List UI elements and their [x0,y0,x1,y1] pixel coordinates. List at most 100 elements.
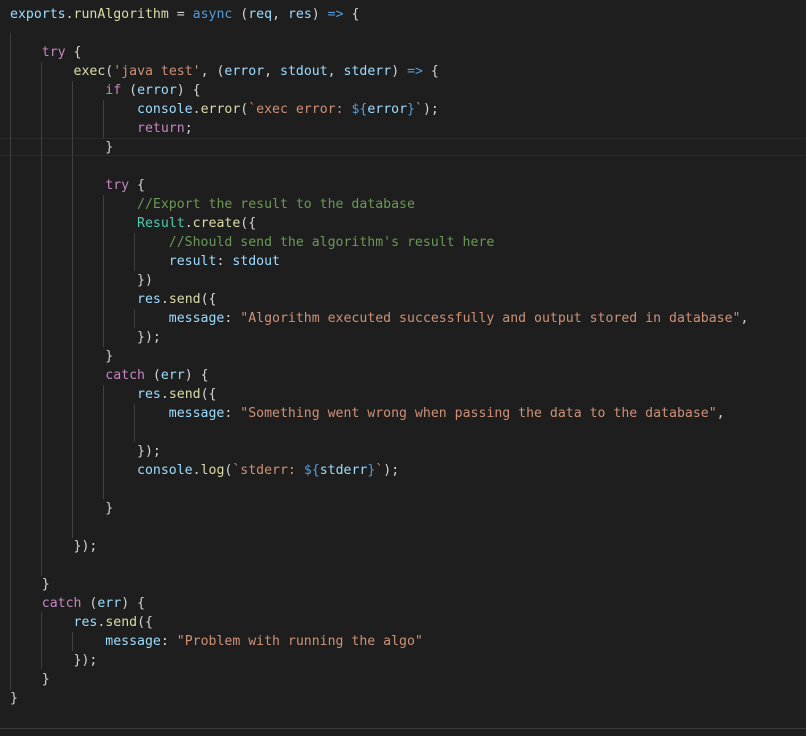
code-token: ({ [240,216,257,231]
code-line[interactable]: exports.runAlgorithm = async (req, res) … [10,5,359,24]
code-line[interactable]: catch (err) { [10,594,145,613]
code-token: }); [10,539,98,554]
code-line[interactable]: Result.create({ [10,214,256,233]
code-token: { [129,178,145,193]
code-line[interactable]: exec('java test', (error, stdout, stderr… [10,62,439,81]
code-token: `stderr: [232,463,304,478]
code-line[interactable]: try { [10,176,145,195]
code-token: try [41,45,66,60]
code-line[interactable]: } [10,499,113,518]
code-line[interactable]: message: "Problem with running the algo" [10,632,423,651]
code-line[interactable]: }); [10,537,98,556]
code-token: error [200,102,241,117]
code-token: }); [10,444,161,459]
code-line[interactable]: res.send({ [10,385,216,404]
code-token: => [407,64,423,79]
code-token: ( [81,596,98,611]
code-line[interactable]: } [10,347,113,366]
code-token: , [716,406,725,421]
code-token: ${ [303,463,320,478]
code-token: stderr [319,463,368,478]
code-token: ) { [176,83,201,98]
code-token: . [184,216,193,231]
code-line[interactable]: }); [10,328,161,347]
code-token: error [224,64,265,79]
code-line[interactable]: if (error) { [10,81,201,100]
code-line[interactable]: } [10,575,50,594]
code-token: err [160,368,185,383]
code-token: req [248,7,273,22]
code-token: ({ [137,615,153,630]
code-token: } [10,577,50,592]
code-token: }); [10,653,98,668]
code-token: : [224,406,241,421]
code-line[interactable]: //Export the result to the database [10,195,415,214]
code-token: error [137,83,177,98]
code-line[interactable]: }); [10,442,161,461]
code-token: } [10,691,18,706]
code-editor[interactable]: exports.runAlgorithm = async (req, res) … [0,0,806,736]
code-line[interactable]: return; [10,119,193,138]
code-token: res [137,387,161,402]
code-token: ${ [351,102,368,117]
code-token: //Export the result to the database [137,197,415,212]
code-line[interactable]: } [10,689,18,708]
code-token: => [327,7,344,22]
code-token: } [407,102,415,117]
code-line[interactable]: message: "Something went wrong when pass… [10,404,725,423]
code-token: log [200,463,225,478]
code-line[interactable]: try { [10,43,82,62]
code-token: : [224,311,241,326]
code-token: , [264,64,281,79]
code-token: } [10,672,50,687]
code-token: send [168,292,201,307]
code-line[interactable]: //Should send the algorithm's result her… [10,233,495,252]
code-line[interactable]: console.error(`exec error: ${error}`); [10,100,439,119]
code-token: . [160,387,169,402]
code-line[interactable]: res.send({ [10,290,216,309]
code-token: { [422,64,439,79]
code-token: ; [184,121,193,136]
code-line[interactable]: message: "Algorithm executed successfull… [10,309,749,328]
code-line[interactable]: console.log(`stderr: ${stderr}`); [10,461,399,480]
code-token: } [10,140,114,155]
code-token: //Should send the algorithm's result her… [168,235,495,250]
code-line[interactable]: catch (err) { [10,366,208,385]
code-line[interactable]: } [10,138,113,157]
code-token: }); [10,330,161,345]
code-token: create [192,216,241,231]
code-token: , [740,311,749,326]
code-token: runAlgorithm [73,7,169,22]
code-line[interactable]: }); [10,651,98,670]
code-token: exec [73,64,106,79]
code-token: try [105,178,130,193]
code-line[interactable]: } [10,670,50,689]
code-token: stdout [232,254,280,269]
code-token: ({ [200,387,217,402]
code-line[interactable]: res.send({ [10,613,153,632]
code-token: res [137,292,161,307]
code-token: exports [10,7,66,22]
code-token: stderr [343,64,392,79]
code-token: { [65,45,82,60]
code-line[interactable]: result: stdout [10,252,280,271]
code-line[interactable]: }) [10,271,153,290]
code-token: "Problem with running the algo" [176,634,423,649]
code-token: send [105,615,138,630]
code-token: console [137,463,193,478]
code-token: `exec error: [248,102,352,117]
code-token: message [168,406,225,421]
code-token: ) [311,7,328,22]
